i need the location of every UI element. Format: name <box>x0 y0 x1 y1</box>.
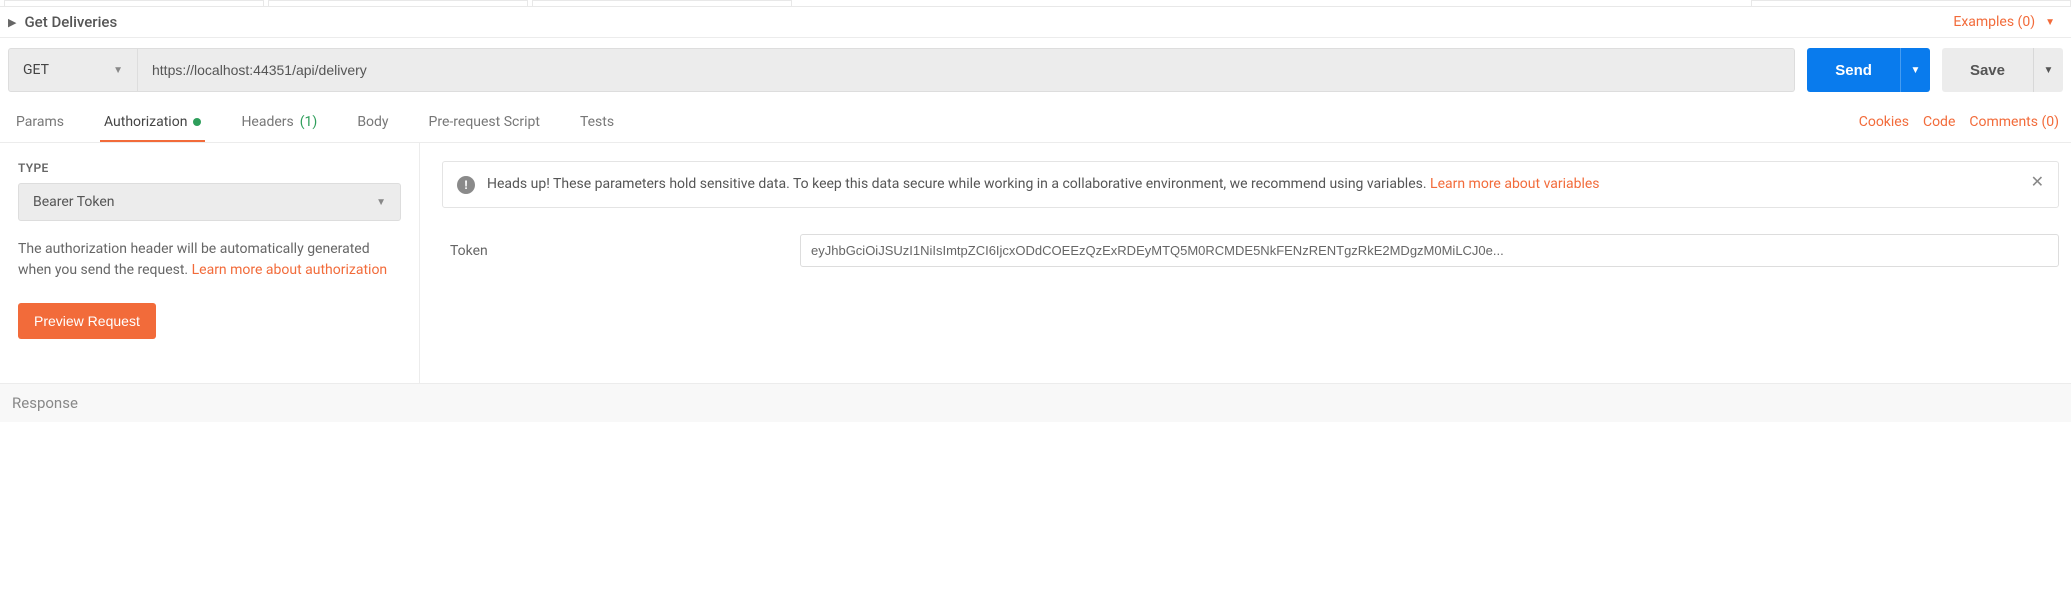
method-select[interactable]: GET ▼ <box>8 48 138 92</box>
auth-right-column: ! Heads up! These parameters hold sensit… <box>420 143 2071 383</box>
request-title: Get Deliveries <box>24 13 117 31</box>
send-caret-button[interactable]: ▼ <box>1900 48 1930 92</box>
url-row: GET ▼ Send ▼ Save ▼ <box>0 38 2071 102</box>
top-tab-strip <box>0 0 2071 7</box>
examples-dropdown[interactable]: Examples (0) ▼ <box>1953 14 2063 30</box>
tab-label: Headers <box>241 114 293 130</box>
tab-stub[interactable] <box>532 0 792 6</box>
token-row: Token <box>442 234 2059 267</box>
cookies-link[interactable]: Cookies <box>1859 114 1909 130</box>
caret-down-icon: ▼ <box>2045 17 2055 28</box>
tab-stub[interactable] <box>4 0 264 6</box>
tab-stub-active[interactable] <box>268 0 528 6</box>
auth-type-select[interactable]: Bearer Token ▼ <box>18 183 401 221</box>
auth-left-column: TYPE Bearer Token ▼ The authorization he… <box>0 143 420 383</box>
learn-more-authorization-link[interactable]: Learn more about authorization <box>192 262 388 278</box>
tab-label: Authorization <box>104 114 187 130</box>
disclosure-triangle-icon[interactable]: ▶ <box>8 16 16 29</box>
learn-more-variables-link[interactable]: Learn more about variables <box>1430 176 1600 192</box>
tab-prerequest[interactable]: Pre-request Script <box>425 102 544 142</box>
info-icon: ! <box>457 176 475 194</box>
preview-request-button[interactable]: Preview Request <box>18 303 156 339</box>
status-dot-icon <box>193 118 201 126</box>
tab-label: Body <box>357 114 388 130</box>
url-input[interactable] <box>138 48 1795 92</box>
banner-text: Heads up! These parameters hold sensitiv… <box>487 176 1430 192</box>
tab-params[interactable]: Params <box>12 102 68 142</box>
tab-stub-right[interactable] <box>1751 0 2071 6</box>
tab-authorization[interactable]: Authorization <box>100 102 205 142</box>
close-icon[interactable]: ✕ <box>2031 174 2044 190</box>
comments-link[interactable]: Comments (0) <box>1969 114 2059 130</box>
caret-down-icon: ▼ <box>376 197 386 208</box>
tab-body[interactable]: Body <box>353 102 392 142</box>
request-tabs: Params Authorization Headers (1) Body Pr… <box>0 102 2071 143</box>
response-label: Response <box>12 394 78 412</box>
response-section-header[interactable]: Response <box>0 383 2071 422</box>
tab-headers[interactable]: Headers (1) <box>237 102 321 142</box>
token-input[interactable] <box>800 234 2059 267</box>
send-split-button: Send ▼ <box>1807 48 1930 92</box>
auth-type-value: Bearer Token <box>33 194 115 210</box>
authorization-panel: TYPE Bearer Token ▼ The authorization he… <box>0 143 2071 383</box>
send-button[interactable]: Send <box>1807 48 1900 92</box>
save-split-button: Save ▼ <box>1942 48 2063 92</box>
token-label: Token <box>450 243 760 259</box>
sensitive-data-banner: ! Heads up! These parameters hold sensit… <box>442 161 2059 208</box>
tab-label: Tests <box>580 114 614 130</box>
type-label: TYPE <box>18 161 401 175</box>
auth-help-text: The authorization header will be automat… <box>18 239 401 281</box>
code-link[interactable]: Code <box>1923 114 1955 130</box>
tab-label: Pre-request Script <box>429 114 540 130</box>
request-header-row: ▶ Get Deliveries Examples (0) ▼ <box>0 7 2071 38</box>
headers-count: (1) <box>300 114 318 130</box>
caret-down-icon: ▼ <box>113 65 123 76</box>
save-button[interactable]: Save <box>1942 48 2033 92</box>
right-links: Cookies Code Comments (0) <box>1859 114 2059 130</box>
examples-label: Examples (0) <box>1953 14 2035 30</box>
save-caret-button[interactable]: ▼ <box>2033 48 2063 92</box>
banner-text-wrap: Heads up! These parameters hold sensitiv… <box>487 174 1600 195</box>
tab-tests[interactable]: Tests <box>576 102 618 142</box>
method-value: GET <box>23 62 49 78</box>
tab-label: Params <box>16 114 64 130</box>
